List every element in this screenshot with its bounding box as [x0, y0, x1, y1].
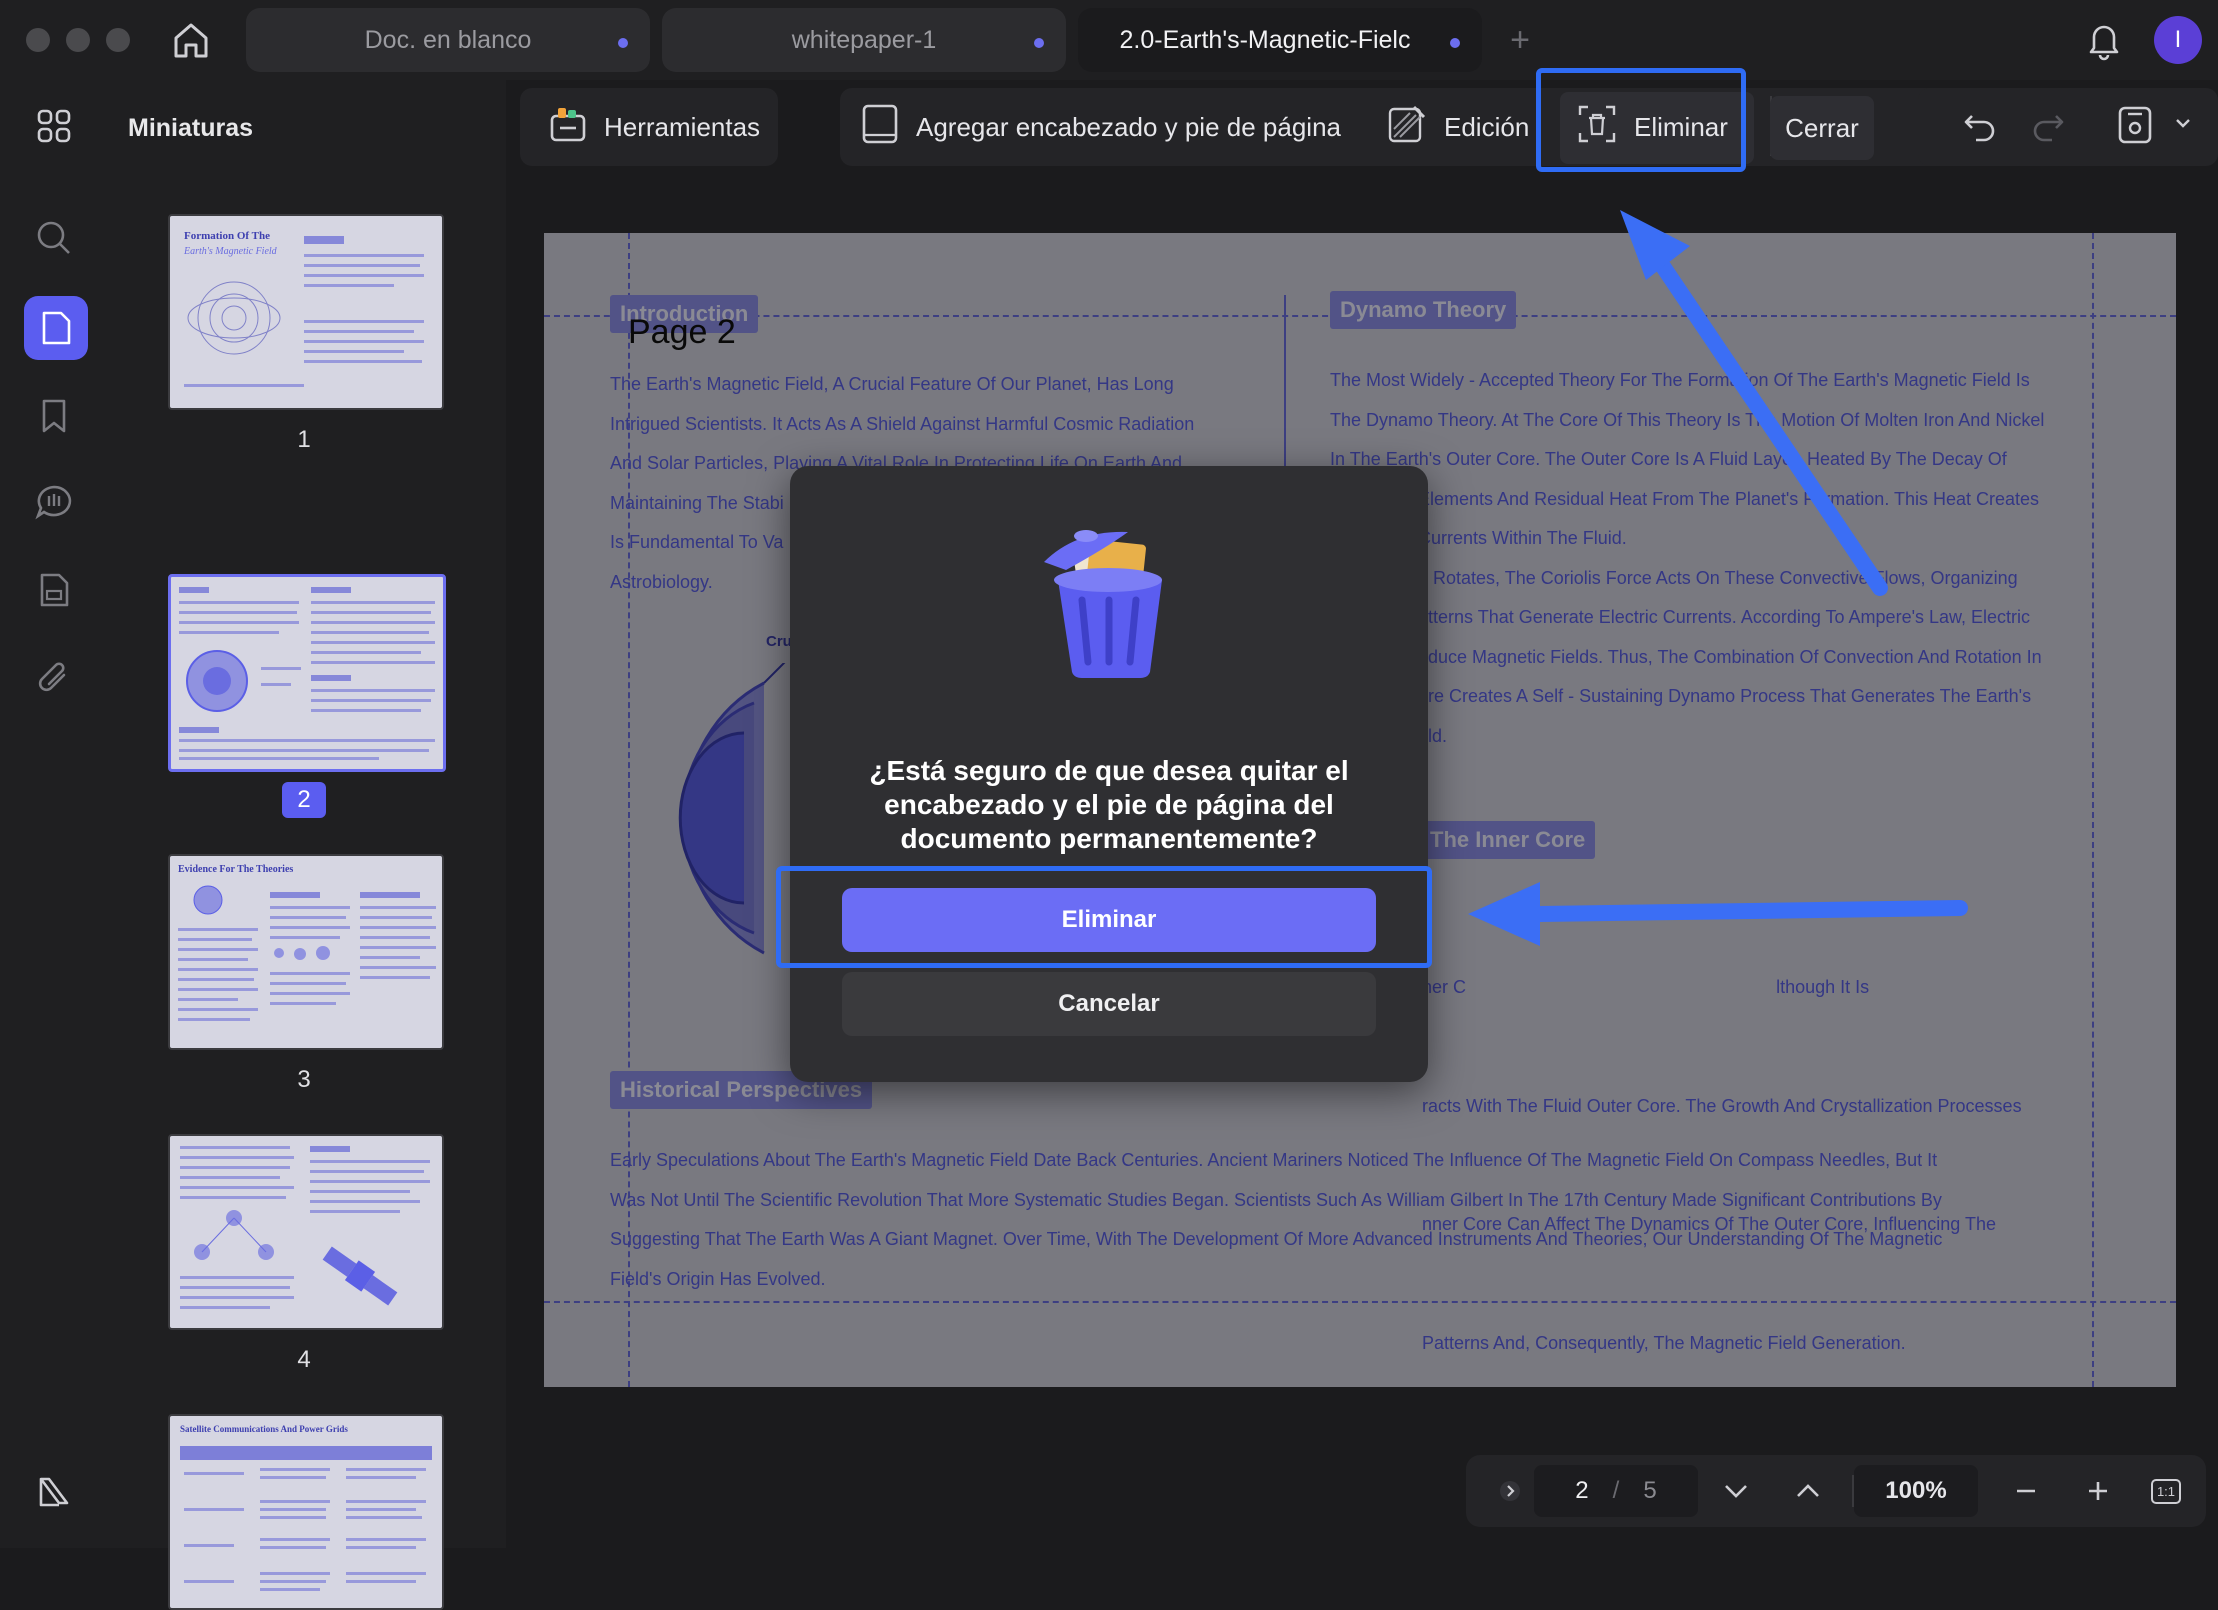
- chevron-right-icon[interactable]: [1488, 1465, 1532, 1517]
- annotation-arrows: [1468, 210, 1968, 946]
- actual-size-button[interactable]: 1:1: [2140, 1465, 2192, 1517]
- arrow-to-toolbar-delete: [1620, 210, 1888, 596]
- zoom-out-icon[interactable]: [1996, 1465, 2056, 1517]
- arrow-to-confirm-button: [1468, 882, 1968, 946]
- pagination-bar: 2 / 5 100% 1:1: [1466, 1455, 2206, 1527]
- next-page-icon[interactable]: [1706, 1465, 1766, 1517]
- zoom-level[interactable]: 100%: [1854, 1465, 1978, 1517]
- current-page: 2: [1575, 1477, 1589, 1504]
- page-separator: /: [1612, 1477, 1620, 1504]
- previous-page-icon[interactable]: [1778, 1465, 1838, 1517]
- page-input[interactable]: 2 / 5: [1534, 1465, 1698, 1517]
- zoom-value: 100%: [1885, 1477, 1947, 1504]
- actual-size-label: 1:1: [2150, 1478, 2182, 1504]
- total-pages: 5: [1643, 1477, 1657, 1504]
- zoom-in-icon[interactable]: [2068, 1465, 2128, 1517]
